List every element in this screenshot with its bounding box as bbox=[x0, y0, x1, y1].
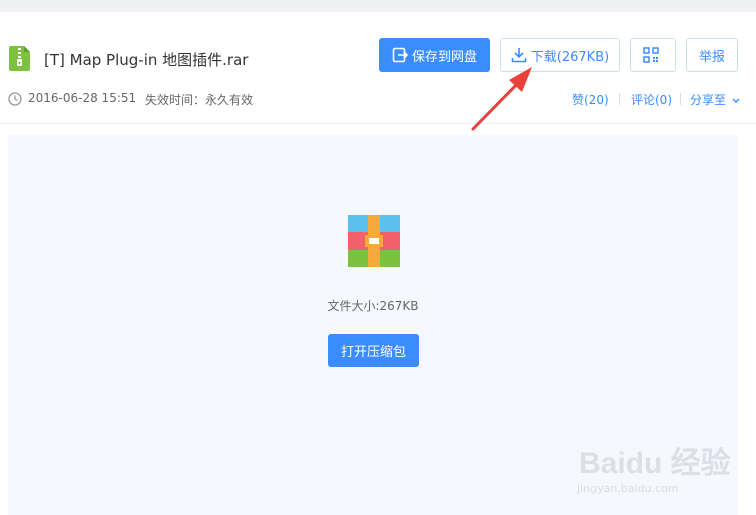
save-button-label: 保存到网盘 bbox=[411, 49, 477, 65]
divider bbox=[0, 123, 756, 124]
share-label: 分享至 bbox=[690, 93, 727, 107]
save-icon bbox=[392, 47, 408, 63]
download-button[interactable]: 下载(267KB) bbox=[500, 38, 620, 72]
watermark-brand: Baidu 经验 bbox=[579, 447, 731, 480]
comment-link[interactable]: 评论(0) bbox=[631, 91, 672, 108]
file-icon bbox=[9, 46, 30, 71]
share-dropdown[interactable]: 分享至 bbox=[690, 91, 740, 108]
file-name: [T] Map Plug-in 地图插件.rar bbox=[44, 51, 249, 69]
separator bbox=[619, 93, 620, 105]
separator bbox=[680, 93, 681, 105]
like-link[interactable]: 赞(20) bbox=[572, 91, 609, 108]
file-size: 文件大小:267KB bbox=[327, 299, 419, 313]
chevron-down-icon bbox=[732, 98, 740, 103]
save-to-cloud-button[interactable]: 保存到网盘 bbox=[379, 38, 490, 72]
expiry-text: 失效时间：永久有效 bbox=[145, 93, 254, 107]
open-archive-button[interactable]: 打开压缩包 bbox=[328, 334, 419, 367]
upload-date: 2016-06-28 15:51 bbox=[28, 91, 137, 105]
archive-icon bbox=[348, 215, 400, 267]
watermark: Baidu 经验 jingyan.baidu.com bbox=[575, 432, 745, 502]
qr-code-icon bbox=[643, 47, 659, 63]
clock-icon bbox=[8, 92, 22, 106]
download-button-label: 下载(267KB) bbox=[530, 49, 610, 65]
watermark-url: jingyan.baidu.com bbox=[577, 482, 679, 495]
download-icon bbox=[511, 48, 527, 63]
top-strip bbox=[0, 0, 756, 12]
qr-code-button[interactable] bbox=[630, 38, 676, 72]
report-button[interactable]: 举报 bbox=[686, 38, 738, 72]
